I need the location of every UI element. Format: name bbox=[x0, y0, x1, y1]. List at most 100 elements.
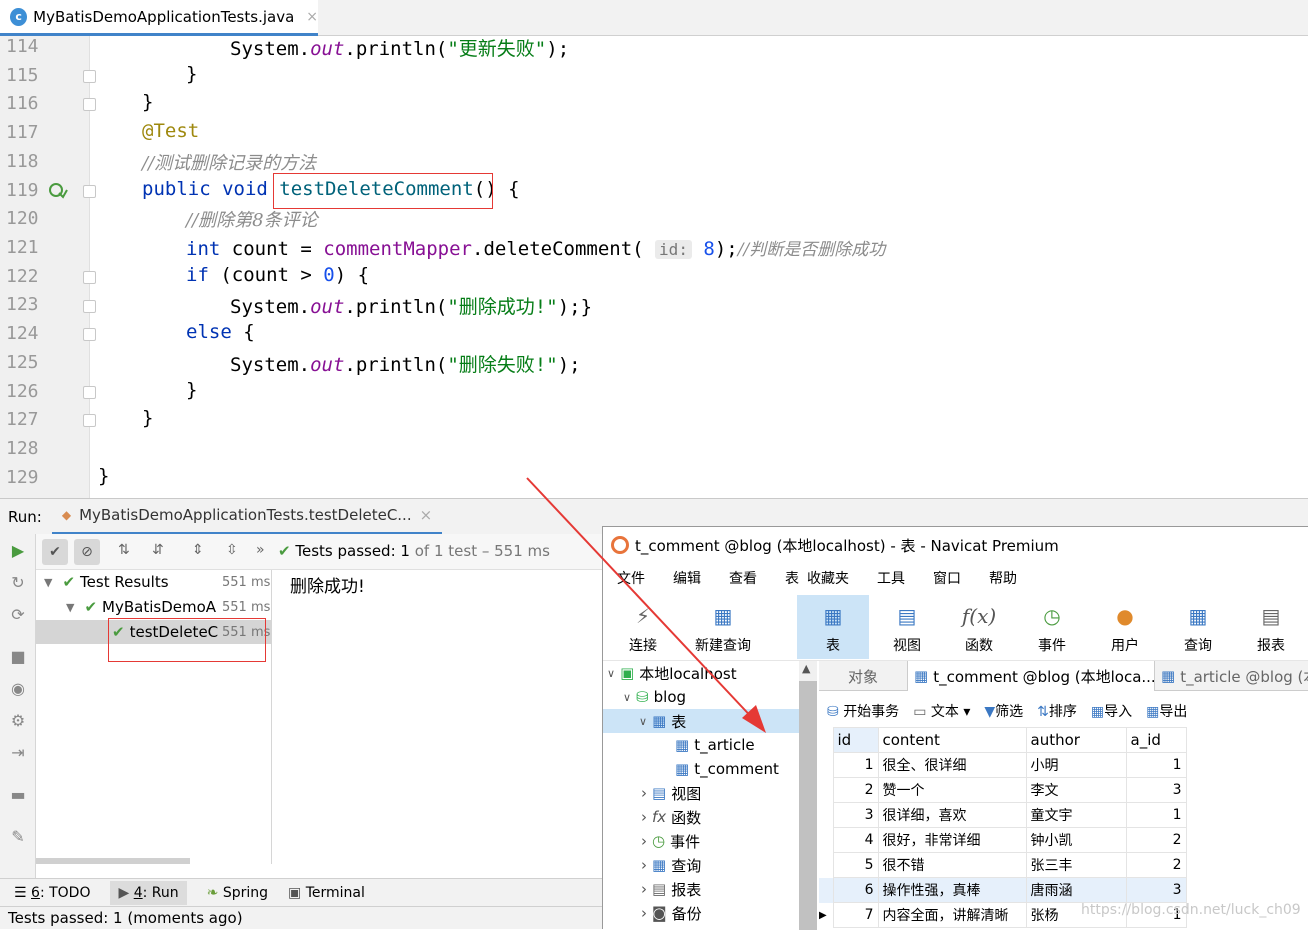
tree-connection[interactable]: ∨ ▣ 本地localhost bbox=[607, 661, 737, 685]
tree-table-t-comment[interactable]: ▦ t_comment bbox=[675, 757, 779, 781]
cell-id[interactable]: 1 bbox=[832, 752, 879, 778]
tree-tables[interactable]: ∨ ▦ 表 bbox=[603, 709, 799, 733]
code-editor[interactable]: 114 115 116 117 118 119 120 121 122 123 … bbox=[0, 36, 1308, 498]
filter-button[interactable]: ▼筛选 bbox=[984, 701, 1023, 721]
chevron-down-icon[interactable]: ∨ bbox=[623, 691, 631, 704]
tree-table-t-article[interactable]: ▦ t_article bbox=[675, 733, 755, 757]
menu-edit[interactable]: 编辑 bbox=[659, 568, 715, 588]
tab-terminal[interactable]: ▣ Terminal bbox=[288, 885, 365, 901]
cell-content[interactable]: 很好，非常详细 bbox=[877, 827, 1027, 853]
data-grid[interactable]: id content author a_id 1 很全、很详细 小明 1 2 赞一个 李文… bbox=[819, 727, 1308, 930]
menu-view[interactable]: 查看 bbox=[715, 568, 771, 588]
fold-marker-icon[interactable] bbox=[83, 414, 96, 427]
column-header-content[interactable]: content bbox=[877, 727, 1027, 753]
cell-a-id[interactable]: 3 bbox=[1125, 777, 1187, 803]
cell-id[interactable]: 5 bbox=[832, 852, 879, 878]
table-row[interactable]: 1 很全、很详细 小明 1 bbox=[819, 752, 1187, 778]
fold-marker-icon[interactable] bbox=[83, 70, 96, 83]
table-button[interactable]: ▦ 表 bbox=[797, 595, 869, 659]
text-button[interactable]: ▭ 文本 ▾ bbox=[913, 701, 970, 721]
cell-author[interactable]: 李文 bbox=[1025, 777, 1127, 803]
cell-content[interactable]: 内容全面，讲解清晰 bbox=[877, 902, 1027, 928]
column-header-id[interactable]: id bbox=[832, 727, 879, 753]
function-button[interactable]: f(x) 函数 bbox=[943, 595, 1015, 659]
fold-marker-icon[interactable] bbox=[83, 271, 96, 284]
run-tab[interactable]: ◆ MyBatisDemoApplicationTests.testDelete… bbox=[51, 499, 443, 535]
chevron-right-icon[interactable]: › bbox=[641, 832, 647, 850]
chevron-right-icon[interactable]: › bbox=[641, 856, 647, 874]
cell-id[interactable]: 7 bbox=[832, 902, 879, 928]
menu-table[interactable]: 表 bbox=[771, 568, 803, 588]
cell-a-id[interactable]: 1 bbox=[1125, 752, 1187, 778]
chevron-down-icon[interactable]: ▼ bbox=[44, 576, 52, 589]
tree-row-test-results[interactable]: ▼ ✔ Test Results 551 ms bbox=[44, 570, 270, 594]
cell-id[interactable]: 3 bbox=[832, 802, 879, 828]
tree-row-test-class[interactable]: ▼ ✔ MyBatisDemoA 551 ms bbox=[66, 595, 270, 619]
navicat-object-tree[interactable]: ∨ ▣ 本地localhost ∨ ⛁ blog ∨ ▦ 表 ▦ t_article ▦ t_c… bbox=[603, 661, 799, 930]
event-button[interactable]: ◷ 事件 bbox=[1016, 595, 1088, 659]
tab-t-article[interactable]: ▦ t_article @blog (本 bbox=[1155, 661, 1308, 691]
stop-icon[interactable]: ■ bbox=[9, 648, 27, 666]
cell-author[interactable]: 童文宇 bbox=[1025, 802, 1127, 828]
editor-tab[interactable]: c MyBatisDemoApplicationTests.java × bbox=[0, 0, 318, 36]
cell-content[interactable]: 很详细，喜欢 bbox=[877, 802, 1027, 828]
tree-functions[interactable]: › fx 函数 bbox=[641, 805, 701, 829]
chevron-right-icon[interactable]: › bbox=[641, 904, 647, 922]
settings-icon[interactable]: ⚙ bbox=[9, 712, 27, 730]
cell-a-id[interactable]: 2 bbox=[1125, 852, 1187, 878]
show-ignored-icon[interactable]: ⊘ bbox=[74, 539, 100, 565]
row-indicator[interactable] bbox=[819, 828, 833, 853]
row-indicator[interactable] bbox=[819, 803, 833, 828]
test-results-tree[interactable]: ▼ ✔ Test Results 551 ms ▼ ✔ MyBatisDemoA… bbox=[36, 570, 272, 864]
tab-todo[interactable]: ☰ 6: TODO bbox=[14, 885, 90, 901]
rerun-failed-icon[interactable]: ↻ bbox=[9, 574, 27, 592]
column-header-a-id[interactable]: a_id bbox=[1125, 727, 1187, 753]
chevron-right-icon[interactable]: › bbox=[641, 808, 647, 826]
cell-id[interactable]: 4 bbox=[832, 827, 879, 853]
import-button[interactable]: ▦导入 bbox=[1091, 701, 1132, 721]
sort-alpha-icon[interactable]: ⇅ bbox=[118, 542, 130, 558]
tree-events[interactable]: › ◷ 事件 bbox=[641, 829, 700, 853]
cell-content[interactable]: 很不错 bbox=[877, 852, 1027, 878]
cell-a-id[interactable]: 3 bbox=[1125, 877, 1187, 903]
fold-marker-icon[interactable] bbox=[83, 98, 96, 111]
user-button[interactable]: ● 用户 bbox=[1089, 595, 1161, 659]
tab-t-comment[interactable]: ▦ t_comment @blog (本地loca... bbox=[907, 661, 1155, 691]
cell-id[interactable]: 2 bbox=[832, 777, 879, 803]
view-button[interactable]: ▤ 视图 bbox=[871, 595, 943, 659]
fold-marker-icon[interactable] bbox=[83, 300, 96, 313]
report-button[interactable]: ▤ 报表 bbox=[1235, 595, 1307, 659]
row-indicator[interactable] bbox=[819, 878, 833, 903]
menu-help[interactable]: 帮助 bbox=[975, 568, 1031, 588]
menu-tools[interactable]: 工具 bbox=[863, 568, 919, 588]
chevron-down-icon[interactable]: ∨ bbox=[639, 715, 647, 728]
expand-all-icon[interactable]: ⇕ bbox=[192, 542, 204, 558]
current-row-indicator-icon[interactable]: ▶ bbox=[819, 903, 833, 928]
layout-icon[interactable]: ▬ bbox=[9, 786, 27, 804]
pin-icon[interactable]: ✎ bbox=[9, 828, 27, 846]
table-row[interactable]: 3 很详细，喜欢 童文宇 1 bbox=[819, 802, 1187, 828]
connection-button[interactable]: ⚡ 连接 bbox=[607, 595, 679, 659]
tab-spring[interactable]: ❧ Spring bbox=[207, 885, 268, 901]
fold-marker-icon[interactable] bbox=[83, 386, 96, 399]
close-icon[interactable]: × bbox=[420, 506, 433, 524]
import-tests-icon[interactable]: ⇥ bbox=[9, 744, 27, 762]
tree-scrollbar[interactable] bbox=[36, 858, 190, 864]
query-button[interactable]: ▦ 查询 bbox=[1162, 595, 1234, 659]
table-row[interactable]: 5 很不错 张三丰 2 bbox=[819, 852, 1187, 878]
cell-a-id[interactable]: 2 bbox=[1125, 827, 1187, 853]
run-test-icon[interactable] bbox=[48, 181, 68, 201]
cell-content[interactable]: 操作性强，真棒 bbox=[877, 877, 1027, 903]
new-query-button[interactable]: ▦ 新建查询 bbox=[687, 595, 759, 659]
cell-author[interactable]: 小明 bbox=[1025, 752, 1127, 778]
table-row[interactable]: 6 操作性强，真棒 唐雨涵 3 bbox=[819, 877, 1187, 903]
cell-content[interactable]: 赞一个 bbox=[877, 777, 1027, 803]
scroll-up-icon[interactable]: ▲ bbox=[802, 662, 810, 675]
cell-a-id[interactable]: 1 bbox=[1125, 802, 1187, 828]
fold-marker-icon[interactable] bbox=[83, 328, 96, 341]
row-indicator[interactable] bbox=[819, 753, 833, 778]
tree-views[interactable]: › ▤ 视图 bbox=[641, 781, 701, 805]
sort-button[interactable]: ⇅排序 bbox=[1037, 701, 1077, 721]
fold-marker-icon[interactable] bbox=[83, 185, 96, 198]
toggle-auto-test-icon[interactable]: ⟳ bbox=[9, 606, 27, 624]
